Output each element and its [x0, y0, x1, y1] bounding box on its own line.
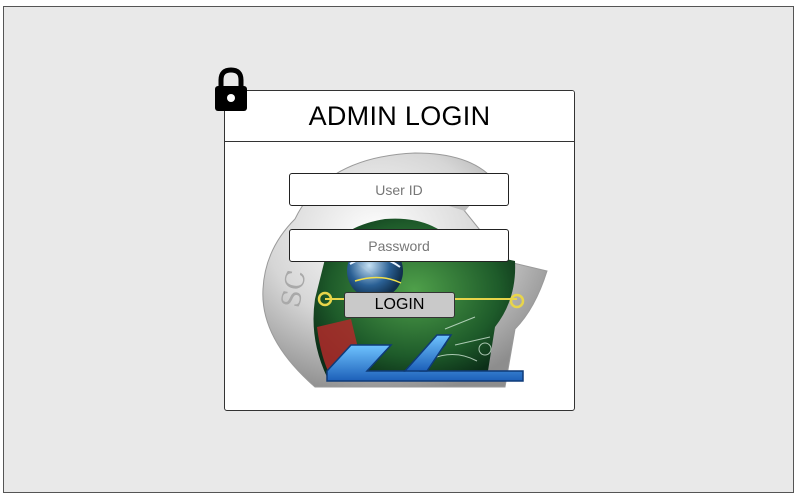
card-header: ADMIN LOGIN [225, 91, 574, 142]
login-button[interactable]: LOGIN [344, 292, 455, 318]
password-input[interactable] [289, 229, 509, 262]
page-title: ADMIN LOGIN [308, 100, 491, 131]
user-id-input[interactable] [289, 173, 509, 206]
admin-login-card: SC ADMIN LOGIN LOGIN [224, 90, 575, 411]
lock-icon [215, 67, 247, 111]
